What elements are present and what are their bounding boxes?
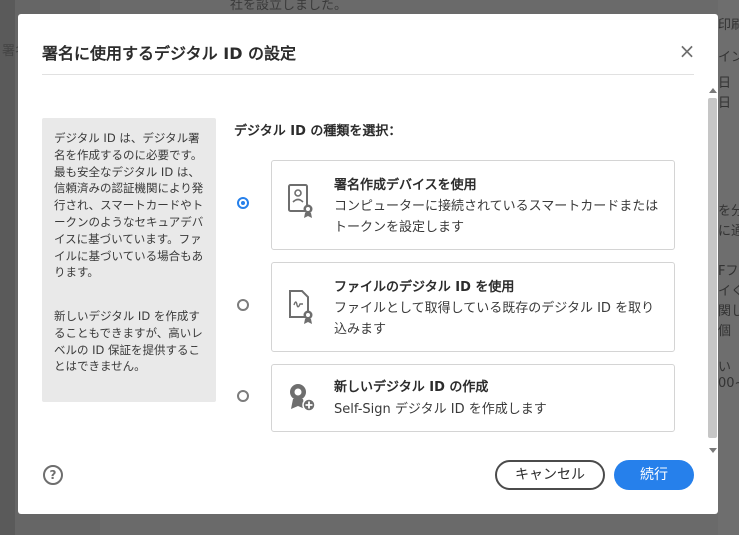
background-right-text: 日 [718,96,732,111]
id-type-label: デジタル ID の種類を選択： [234,124,402,139]
scroll-up-arrow-icon[interactable] [709,88,717,93]
background-right-text: インジ [718,50,739,65]
radio-digital-id-file[interactable] [237,299,249,311]
background-right-text: を分 [718,204,739,219]
radio-signature-device[interactable] [237,197,249,209]
option-description: Self-Sign デジタル ID を作成します [334,402,547,417]
background-right-text: い [718,360,732,375]
background-right-text: イく [718,284,739,299]
help-icon[interactable]: ? [43,465,63,485]
option-card-signature-device[interactable]: 署名作成デバイスを使用 コンピューターに接続されているスマートカードまたはトーク… [271,160,675,250]
new-digital-id-icon [290,384,316,412]
background-right-text: 関し [718,304,739,319]
scrollbar-thumb[interactable] [708,98,717,438]
digital-id-file-icon [289,290,313,324]
info-paragraph: デジタル ID は、デジタル署名を作成するのに必要です。最も安全なデジタル ID… [54,131,204,280]
option-title: ファイルのデジタル ID を使用 [334,280,515,295]
background-top-text: 社を設立しました。 [230,0,348,13]
vertical-scrollbar[interactable] [708,84,718,454]
option-description: コンピューターに接続されているスマートカードまたはトークンを設定します [334,199,659,235]
option-description: ファイルとして取得している既存のデジタル ID を取り込みます [334,301,655,337]
scroll-down-arrow-icon[interactable] [709,448,717,453]
background-right-panel: 印刷 インジ 日 日 を分 に通 Fフ イく 関し 個 い 00~ [718,0,739,535]
dialog-title: 署名に使用するデジタル ID の設定 [42,44,297,63]
background-right-text: 個 [718,324,732,339]
continue-button[interactable]: 続行 [614,460,694,490]
option-title: 署名作成デバイスを使用 [334,178,477,193]
radio-new-digital-id[interactable] [237,390,249,402]
option-card-new-digital-id[interactable]: 新しいデジタル ID の作成 Self-Sign デジタル ID を作成します [271,364,675,432]
background-right-text: に通 [718,224,739,239]
digital-id-setup-dialog: 署名に使用するデジタル ID の設定 × デジタル ID は、デジタル署名を作成… [18,14,718,514]
background-right-text: 00~ [718,376,739,391]
background-right-text: 日 [718,76,732,91]
background-right-text: 印刷 [718,18,739,33]
info-paragraph: 新しいデジタル ID を作成することもできますが、高いレベルの ID 保証を提供… [54,309,203,374]
close-icon[interactable]: × [678,41,696,61]
background-left-stripe [0,0,15,535]
title-divider [42,74,694,75]
background-right-text: Fフ [718,264,739,279]
option-card-digital-id-file[interactable]: ファイルのデジタル ID を使用 ファイルとして取得している既存のデジタル ID… [271,262,675,352]
info-panel: デジタル ID は、デジタル署名を作成するのに必要です。最も安全なデジタル ID… [42,118,216,402]
cancel-button[interactable]: キャンセル [495,460,605,490]
option-title: 新しいデジタル ID の作成 [334,380,489,395]
signature-device-icon [288,184,313,218]
